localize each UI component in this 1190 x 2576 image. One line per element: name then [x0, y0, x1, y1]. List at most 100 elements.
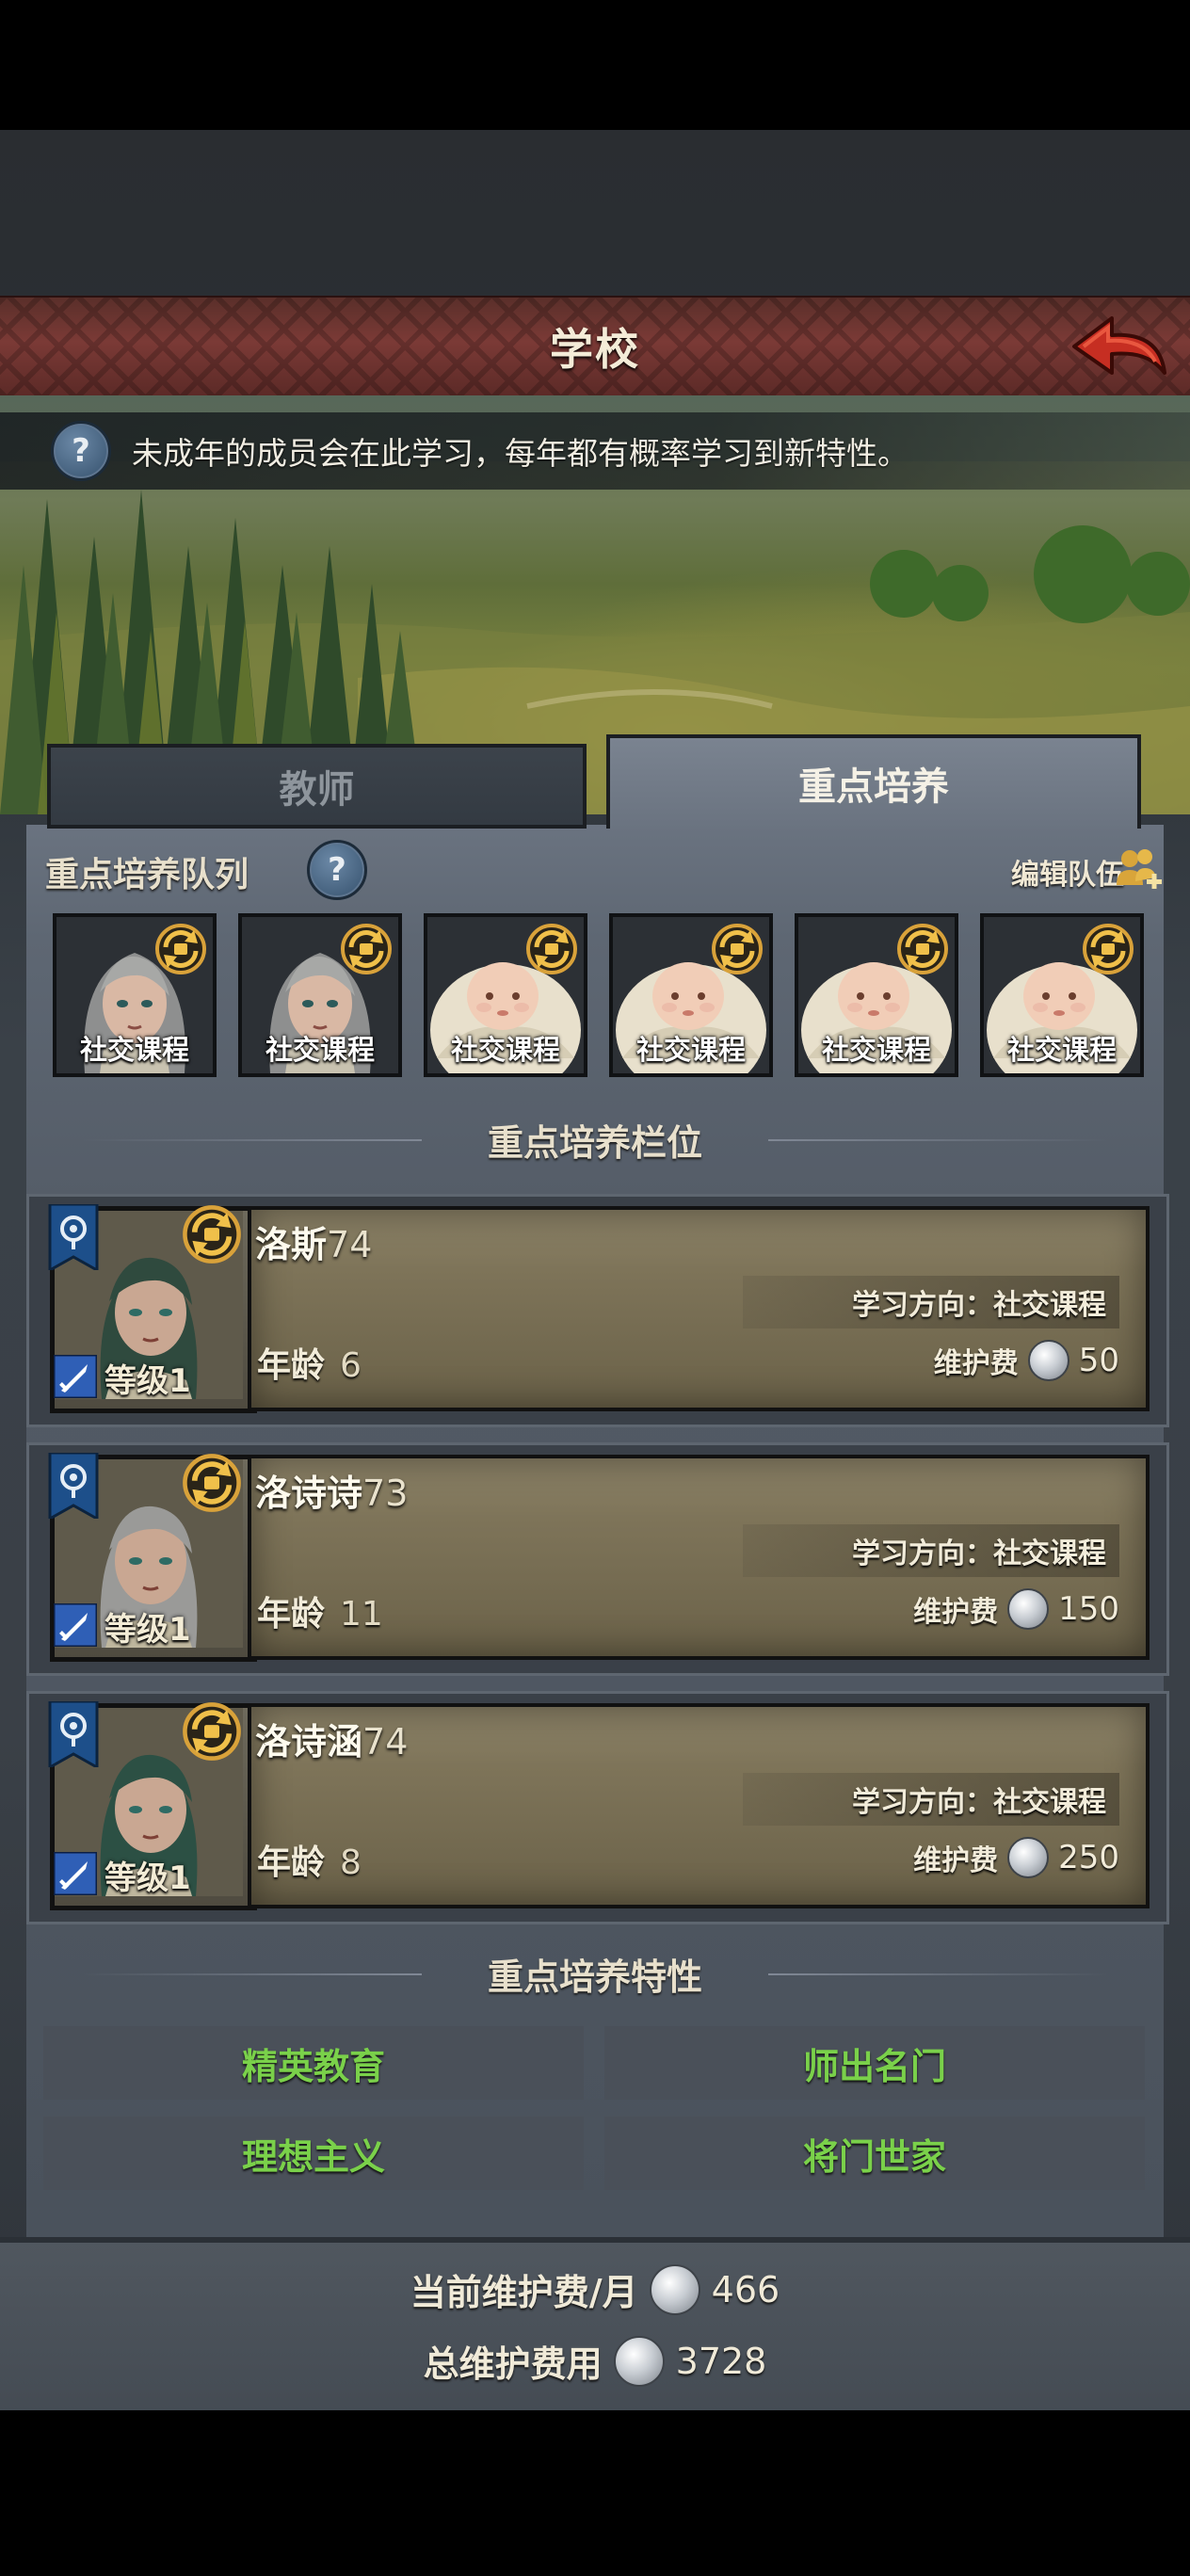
study-direction: 学习方向：社交课程: [743, 1524, 1119, 1577]
monthly-fee-line: 当前维护费/月 466: [0, 2263, 1190, 2315]
queue-slot[interactable]: 社交课程: [795, 913, 958, 1077]
queue-slot-course-label: 社交课程: [79, 1034, 189, 1066]
course-swap-icon-wrap[interactable]: [1082, 923, 1134, 975]
member-name-text: 洛诗涵: [255, 1721, 363, 1763]
focus-slots-title: 重点培养栏位: [26, 1102, 1164, 1177]
family-banner-icon: [48, 1453, 99, 1519]
silver-coin-icon: [613, 2335, 665, 2387]
member-level: 等级1: [105, 1611, 191, 1649]
silver-coin-icon: [1007, 1588, 1050, 1630]
fee-label: 维护费: [913, 1596, 999, 1629]
member-name: 洛诗涵74: [255, 1713, 408, 1764]
info-text: 未成年的成员会在此学习，每年都有概率学习到新特性。: [132, 435, 909, 472]
sword-class-icon: [54, 1852, 97, 1895]
queue-slot-course-label: 社交课程: [1006, 1034, 1117, 1066]
course-swap-button[interactable]: [182, 1453, 242, 1513]
age-label: 年龄: [257, 1595, 326, 1634]
total-fee-value: 3728: [675, 2340, 767, 2382]
family-banner-icon: [48, 1204, 99, 1270]
queue-slot-course-label: 社交课程: [265, 1034, 375, 1066]
fee-value: 250: [1058, 1839, 1119, 1876]
member-card[interactable]: 等级1 洛斯74 学习方向：社交课程年龄 6 维护费 50: [26, 1194, 1169, 1427]
course-swap-icon-wrap[interactable]: [711, 923, 764, 975]
member-score: 74: [327, 1224, 373, 1265]
course-swap-icon: [712, 924, 763, 974]
queue-slot-course-label: 社交课程: [635, 1034, 746, 1066]
course-swap-icon: [897, 924, 948, 974]
bottom-safe-area: [0, 2410, 1190, 2576]
course-swap-icon: [183, 1702, 241, 1761]
course-swap-icon: [183, 1205, 241, 1264]
monthly-fee-value: 466: [711, 2268, 780, 2310]
member-level: 等级1: [105, 1860, 191, 1897]
info-strip: ? 未成年的成员会在此学习，每年都有概率学习到新特性。: [0, 412, 1190, 490]
member-card[interactable]: 等级1 洛诗诗73 学习方向：社交课程年龄 11 维护费 150: [26, 1442, 1169, 1676]
queue-slot[interactable]: 社交课程: [238, 913, 402, 1077]
member-name-text: 洛斯: [255, 1224, 328, 1265]
focus-slots-title-text: 重点培养栏位: [487, 1121, 702, 1164]
queue-slot-course-label: 社交课程: [450, 1034, 560, 1066]
queue-slot[interactable]: 社交课程: [609, 913, 773, 1077]
member-score: 73: [362, 1473, 409, 1514]
member-score: 74: [362, 1721, 409, 1763]
back-button[interactable]: [1062, 307, 1173, 390]
silver-coin-icon: [1007, 1837, 1050, 1878]
course-swap-icon-wrap[interactable]: [340, 923, 393, 975]
age-value: 11: [340, 1595, 383, 1634]
tab-teacher[interactable]: 教师: [47, 744, 587, 829]
page-title: 学校: [550, 324, 640, 375]
help-icon[interactable]: ?: [51, 421, 111, 481]
maintenance-footer: 当前维护费/月 466 总维护费用 3728: [0, 2237, 1190, 2418]
total-fee-line: 总维护费用 3728: [0, 2335, 1190, 2387]
member-fee: 维护费 50: [934, 1334, 1119, 1387]
member-age: 年龄 11: [257, 1586, 383, 1635]
course-swap-button[interactable]: [182, 1204, 242, 1264]
sword-class-icon: [54, 1355, 97, 1398]
member-fee: 维护费 150: [913, 1583, 1119, 1635]
trait-item[interactable]: 理想主义: [43, 2117, 584, 2190]
fee-value: 50: [1078, 1342, 1119, 1379]
course-swap-icon: [1083, 924, 1134, 974]
silver-coin-icon: [1027, 1340, 1069, 1381]
member-name-text: 洛诗诗: [255, 1473, 363, 1514]
age-value: 6: [340, 1346, 362, 1385]
back-arrow-icon: [1072, 316, 1166, 375]
age-label: 年龄: [257, 1346, 326, 1385]
edit-team-button[interactable]: 编辑队伍: [1011, 851, 1124, 893]
title-bar: 学校: [0, 296, 1190, 398]
fee-value: 150: [1058, 1590, 1119, 1628]
age-label: 年龄: [257, 1843, 326, 1882]
traits-title: 重点培养特性: [26, 1936, 1164, 2011]
training-queue: 社交课程 社交课程 社交课程 社交课程 社交课程 社交课程: [53, 913, 1144, 1077]
queue-title: 重点培养队列: [45, 856, 249, 894]
course-swap-icon-wrap[interactable]: [896, 923, 949, 975]
sword-class-icon: [54, 1603, 97, 1647]
study-direction: 学习方向：社交课程: [743, 1773, 1119, 1826]
monthly-fee-label: 当前维护费/月: [410, 2272, 638, 2313]
queue-slot[interactable]: 社交课程: [980, 913, 1144, 1077]
fee-label: 维护费: [913, 1844, 999, 1877]
queue-slot[interactable]: 社交课程: [424, 913, 587, 1077]
member-level: 等级1: [105, 1362, 191, 1400]
trait-item[interactable]: 精英教育: [43, 2026, 584, 2100]
member-age: 年龄 6: [257, 1338, 362, 1387]
course-swap-icon: [341, 924, 392, 974]
course-swap-button[interactable]: [182, 1701, 242, 1762]
trait-item[interactable]: 将门世家: [604, 2117, 1145, 2190]
tab-focus-training[interactable]: 重点培养: [606, 734, 1141, 829]
study-direction: 学习方向：社交课程: [743, 1276, 1119, 1328]
edit-team-icon[interactable]: [1113, 844, 1164, 894]
trait-item[interactable]: 师出名门: [604, 2026, 1145, 2100]
course-swap-icon-wrap[interactable]: [154, 923, 207, 975]
age-value: 8: [340, 1843, 362, 1882]
queue-help-icon[interactable]: ?: [307, 840, 367, 900]
total-fee-label: 总维护费用: [423, 2343, 603, 2385]
member-name: 洛诗诗73: [255, 1464, 408, 1516]
course-swap-icon: [155, 924, 206, 974]
course-swap-icon-wrap[interactable]: [525, 923, 578, 975]
queue-slot-course-label: 社交课程: [821, 1034, 931, 1066]
queue-slot[interactable]: 社交课程: [53, 913, 217, 1077]
course-swap-icon: [183, 1454, 241, 1512]
member-age: 年龄 8: [257, 1835, 362, 1884]
member-card[interactable]: 等级1 洛诗涵74 学习方向：社交课程年龄 8 维护费 250: [26, 1691, 1169, 1924]
